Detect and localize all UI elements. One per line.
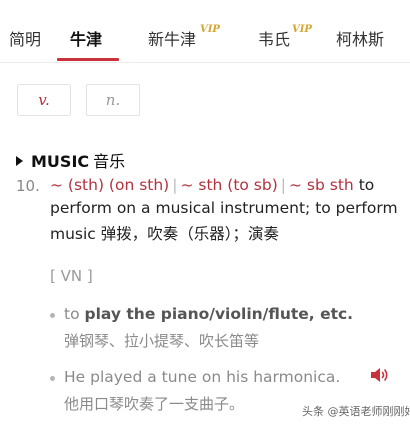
verb-pattern: ~ (sth) (on sth) [50, 176, 170, 194]
triangle-right-icon [16, 156, 23, 166]
definition-patterns: ~ (sth) (on sth) | ~ sth (to sb) | ~ sb sth … [50, 176, 374, 194]
example-en-prefix: to [64, 305, 85, 323]
tab-new-oxford[interactable]: 新牛津 [148, 26, 196, 50]
pos-noun-button[interactable]: n. [86, 84, 140, 116]
vip-badge-new-oxford: VIP [200, 24, 220, 35]
definition-text-zh: music 弹拨，吹奏（乐器）；演奏 [50, 225, 280, 243]
active-tab-indicator [57, 58, 119, 61]
pattern-separator: | [280, 176, 287, 194]
tab-webster[interactable]: 韦氏 [258, 26, 290, 50]
tab-oxford[interactable]: 牛津 [70, 26, 102, 50]
pattern-separator: | [172, 176, 178, 194]
definition-text: to [358, 176, 375, 194]
example-zh: 他用口琴吹奏了一支曲子。 [64, 395, 245, 413]
vip-badge-webster: VIP [292, 24, 312, 35]
example-zh: 弹钢琴、拉小提琴、吹长笛等 [64, 332, 260, 350]
sense-keyword: MUSIC [31, 152, 90, 171]
definition-number: 10. [16, 177, 40, 195]
watermark: 头条 @英语老师刚刚好 [302, 405, 410, 418]
verb-pattern: ~ sb sth [289, 176, 354, 194]
example-bullet [50, 376, 55, 381]
example-bullet [50, 313, 55, 318]
sense-keyword-zh: 音乐 [93, 152, 126, 171]
sense-heading[interactable]: MUSIC 音乐 [16, 148, 126, 171]
verb-pattern: ~ sth (to sb) [180, 176, 278, 194]
speaker-icon[interactable] [370, 366, 390, 384]
dictionary-tabs: 简明 牛津 新牛津 VIP 韦氏 VIP 柯林斯 [0, 0, 410, 63]
example-en: to play the piano/violin/flute, etc. [64, 305, 353, 323]
example-en-highlight: play the piano/violin/flute, etc. [84, 305, 354, 323]
example-en: He played a tune on his harmonica. [64, 368, 341, 386]
tab-collins[interactable]: 柯林斯 [336, 26, 384, 50]
pos-verb-button[interactable]: v. [17, 84, 71, 116]
dictionary-page: 简明 牛津 新牛津 VIP 韦氏 VIP 柯林斯 v. n. MUSIC 音乐 1… [0, 0, 410, 426]
tab-concise[interactable]: 简明 [9, 26, 41, 50]
definition-text: perform on a musical instrument; to perf… [50, 199, 398, 217]
grammar-label: [ VN ] [50, 267, 93, 285]
